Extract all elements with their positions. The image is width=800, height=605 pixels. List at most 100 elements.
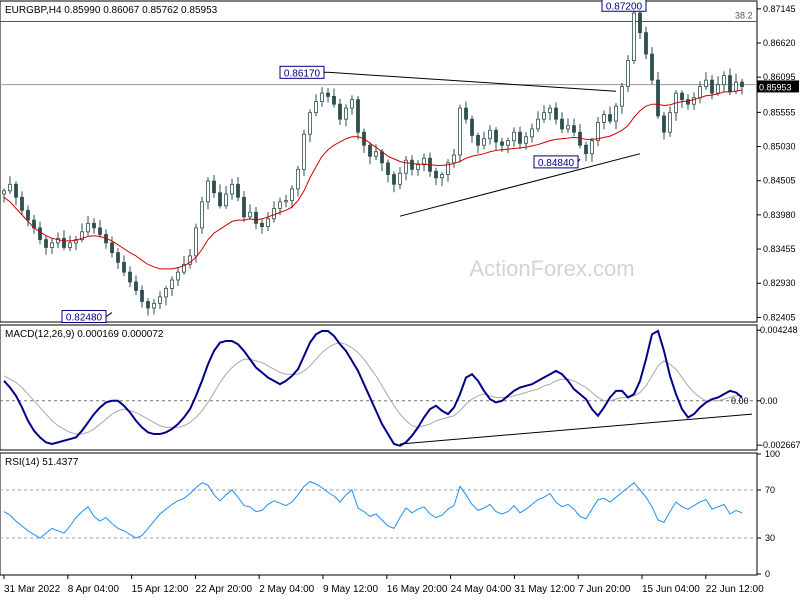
candle-body bbox=[368, 144, 372, 157]
candle-body bbox=[38, 227, 42, 241]
x-tick-label: 22 Apr 20:00 bbox=[195, 584, 252, 595]
candle-body bbox=[236, 183, 240, 198]
price-y-tick-label: 0.84505 bbox=[763, 176, 796, 186]
x-tick-label: 22 Jun 12:00 bbox=[706, 584, 764, 595]
x-tick-label: 2 May 04:00 bbox=[259, 584, 314, 595]
candle-body bbox=[146, 301, 150, 309]
candle-body bbox=[224, 193, 228, 207]
candle-body bbox=[434, 170, 438, 179]
candle-body bbox=[416, 164, 420, 170]
candle-body bbox=[698, 86, 702, 99]
macd-zero-value-label: 0.00 bbox=[731, 396, 749, 406]
price-y-tick-label: 0.87145 bbox=[763, 4, 796, 14]
candle-body bbox=[110, 242, 114, 254]
candle-body bbox=[116, 252, 120, 263]
candle-body bbox=[44, 239, 48, 248]
candle-body bbox=[536, 118, 540, 130]
candle-body bbox=[254, 211, 258, 224]
price-y-tick-label: 0.85555 bbox=[763, 107, 796, 117]
candle-body bbox=[356, 99, 360, 133]
candle-body bbox=[620, 86, 624, 107]
candle-body bbox=[134, 281, 138, 291]
price-y-tick-label: 0.83980 bbox=[763, 210, 796, 220]
candle-body bbox=[200, 201, 204, 229]
candle-body bbox=[566, 125, 570, 130]
candle-body bbox=[290, 188, 294, 201]
candle-body bbox=[512, 131, 516, 142]
x-tick-label: 31 Mar 2022 bbox=[4, 584, 61, 595]
macd-signal-line bbox=[3, 342, 742, 435]
candle-body bbox=[470, 118, 474, 136]
candle-body bbox=[314, 101, 318, 114]
candle-body bbox=[26, 209, 30, 221]
rsi-y-tick-label: 100 bbox=[765, 449, 780, 459]
annotation-label: 0.82480 bbox=[66, 313, 103, 324]
candle-body bbox=[272, 207, 276, 220]
candle-body bbox=[476, 135, 480, 146]
candle-body bbox=[308, 112, 312, 135]
candle-body bbox=[482, 138, 486, 146]
candle-body bbox=[212, 180, 216, 194]
price-y-tick-label: 0.82930 bbox=[763, 278, 796, 288]
rsi-y-tick-label: 70 bbox=[765, 485, 775, 495]
candle-body bbox=[542, 112, 546, 120]
candle-body bbox=[176, 271, 180, 281]
candle-body bbox=[734, 81, 738, 92]
candle-body bbox=[560, 118, 564, 130]
candle-body bbox=[374, 151, 378, 157]
rsi-panel-frame bbox=[0, 452, 758, 576]
candle-body bbox=[266, 218, 270, 228]
candle-body bbox=[662, 115, 666, 133]
candle-body bbox=[344, 107, 348, 120]
candle-body bbox=[584, 144, 588, 155]
candle-body bbox=[152, 303, 156, 309]
macd-trendline bbox=[399, 413, 753, 445]
macd-layer bbox=[0, 329, 757, 447]
macd-y-tick-label: 0.00 bbox=[760, 396, 778, 406]
candle-body bbox=[410, 159, 414, 170]
candle-body bbox=[596, 122, 600, 142]
candle-body bbox=[92, 222, 96, 229]
rsi-y-tick-label: 30 bbox=[765, 533, 775, 543]
candle-body bbox=[278, 201, 282, 209]
x-tick-label: 16 May 20:00 bbox=[387, 584, 448, 595]
price-layer: 38.2 0.82480 0.86170 0.84840 0.87200 0.85953 bbox=[0, 0, 799, 324]
watermark: ActionForex.com bbox=[469, 256, 634, 281]
candle-body bbox=[644, 32, 648, 55]
macd-y-tick-label: 0.004248 bbox=[760, 325, 798, 335]
current-price-label: 0.85953 bbox=[759, 82, 792, 92]
candle-body bbox=[296, 168, 300, 190]
price-header: EURGBP,H4 0.85990 0.86067 0.85762 0.8595… bbox=[5, 5, 218, 16]
annotation-label: 0.86170 bbox=[284, 68, 321, 79]
candle-body bbox=[488, 129, 492, 140]
candle-body bbox=[386, 162, 390, 175]
candle-body bbox=[506, 140, 510, 146]
macd-panel-frame bbox=[0, 324, 758, 451]
candle-body bbox=[242, 196, 246, 218]
candle-body bbox=[530, 128, 534, 138]
candle-body bbox=[50, 242, 54, 248]
price-y-tick-label: 0.86620 bbox=[763, 38, 796, 48]
price-y-tick-label: 0.83455 bbox=[763, 244, 796, 254]
candle-body bbox=[170, 279, 174, 289]
chart-root: ActionForex.com 38.2 0.82480 0.86170 0.8484… bbox=[0, 0, 800, 600]
candle-body bbox=[668, 112, 672, 133]
macd-line bbox=[3, 329, 743, 447]
candle-body bbox=[158, 296, 162, 304]
candle-body bbox=[284, 200, 288, 203]
rsi-y-tick-label: 0 bbox=[765, 569, 770, 579]
annotation-leader bbox=[105, 312, 113, 317]
candle-body bbox=[86, 222, 90, 233]
x-tick-label: 31 May 12:00 bbox=[514, 584, 575, 595]
rsi-header: RSI(14) 51.4377 bbox=[5, 457, 79, 468]
x-tick-label: 9 May 12:00 bbox=[323, 584, 378, 595]
candle-body bbox=[716, 84, 720, 94]
candle-body bbox=[302, 133, 306, 170]
candle-body bbox=[2, 190, 6, 195]
candle-body bbox=[218, 192, 222, 207]
candle-body bbox=[518, 131, 522, 144]
candle-body bbox=[14, 183, 18, 198]
price-y-tick-label: 0.82405 bbox=[763, 312, 796, 322]
sma-line bbox=[3, 89, 743, 270]
x-tick-label: 15 Jun 04:00 bbox=[642, 584, 700, 595]
